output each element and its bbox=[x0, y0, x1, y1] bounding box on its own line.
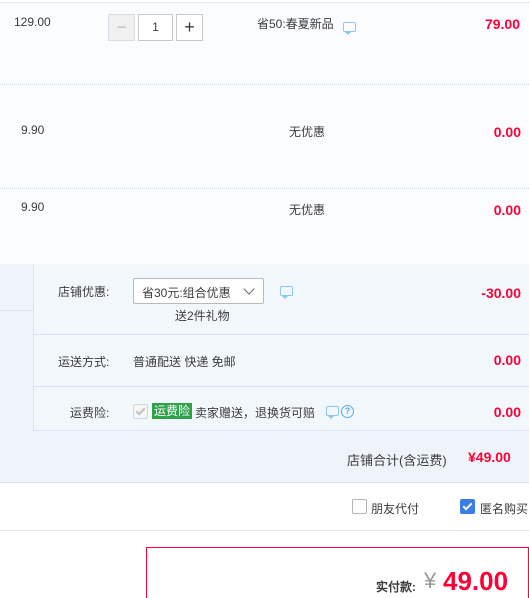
shipping-method: 普通配送 快递 免邮 bbox=[133, 355, 236, 369]
insurance-checkbox bbox=[133, 404, 148, 419]
gift-note: 送2件礼物 bbox=[175, 309, 230, 323]
item-amount: 79.00 bbox=[484, 16, 520, 32]
insurance-badge: 运费险 bbox=[152, 403, 193, 419]
shop-discount-select[interactable]: 省30元:组合优惠 bbox=[133, 278, 264, 304]
promotion-text: 省50:春夏新品 bbox=[257, 17, 334, 31]
payment-amount: 49.00 bbox=[443, 566, 509, 596]
divider bbox=[33, 430, 529, 431]
shop-total-label: 店铺合计(含运费) bbox=[347, 453, 447, 468]
decrease-quantity-button[interactable]: − bbox=[108, 14, 135, 41]
shipping-label: 运送方式: bbox=[58, 355, 110, 369]
shop-total-amount: ¥49.00 bbox=[468, 449, 511, 465]
shop-discount-amount: -30.00 bbox=[481, 285, 521, 301]
promotion-text: 无优惠 bbox=[289, 203, 326, 217]
divider bbox=[33, 386, 529, 387]
item-amount: 0.00 bbox=[493, 202, 521, 218]
divider bbox=[0, 530, 529, 531]
chat-icon[interactable] bbox=[280, 286, 293, 299]
unit-price: 9.90 bbox=[21, 200, 45, 214]
insurance-text: 卖家赠送，退换货可赔 bbox=[195, 406, 316, 420]
friend-pay-label[interactable]: 朋友代付 bbox=[371, 500, 419, 517]
order-item-row: 129.00 − 1 + 省50:春夏新品 79.00 bbox=[0, 2, 529, 84]
item-amount: 0.00 bbox=[493, 124, 521, 140]
promotion-text: 无优惠 bbox=[289, 125, 326, 139]
order-item-row: 9.90 无优惠 0.00 bbox=[0, 188, 529, 264]
increase-quantity-button[interactable]: + bbox=[176, 14, 203, 41]
help-icon[interactable]: ? bbox=[341, 405, 354, 418]
friend-pay-checkbox[interactable] bbox=[352, 499, 367, 514]
check-icon bbox=[462, 500, 473, 511]
chevron-down-icon bbox=[243, 283, 255, 295]
payment-currency: ¥ bbox=[424, 568, 437, 593]
unit-price: 129.00 bbox=[14, 15, 51, 29]
shop-discount-selected: 省30元:组合优惠 bbox=[142, 286, 231, 300]
divider bbox=[0, 482, 529, 483]
shipping-amount: 0.00 bbox=[493, 352, 521, 368]
anonymous-purchase-label[interactable]: 匿名购买 bbox=[480, 500, 529, 517]
chat-icon[interactable] bbox=[343, 22, 356, 35]
unit-price: 9.90 bbox=[21, 123, 45, 137]
divider bbox=[33, 334, 529, 335]
check-icon bbox=[135, 405, 146, 416]
shop-discount-label: 店铺优惠: bbox=[58, 285, 110, 299]
insurance-amount: 0.00 bbox=[493, 404, 521, 420]
shop-left-gutter bbox=[0, 310, 33, 430]
insurance-label: 运费险: bbox=[70, 406, 110, 420]
anonymous-purchase-checkbox[interactable] bbox=[460, 499, 475, 514]
quantity-input[interactable]: 1 bbox=[138, 14, 173, 41]
chat-icon[interactable] bbox=[326, 406, 339, 419]
order-item-row: 9.90 无优惠 0.00 bbox=[0, 84, 529, 188]
payment-label: 实付款: bbox=[376, 580, 416, 594]
